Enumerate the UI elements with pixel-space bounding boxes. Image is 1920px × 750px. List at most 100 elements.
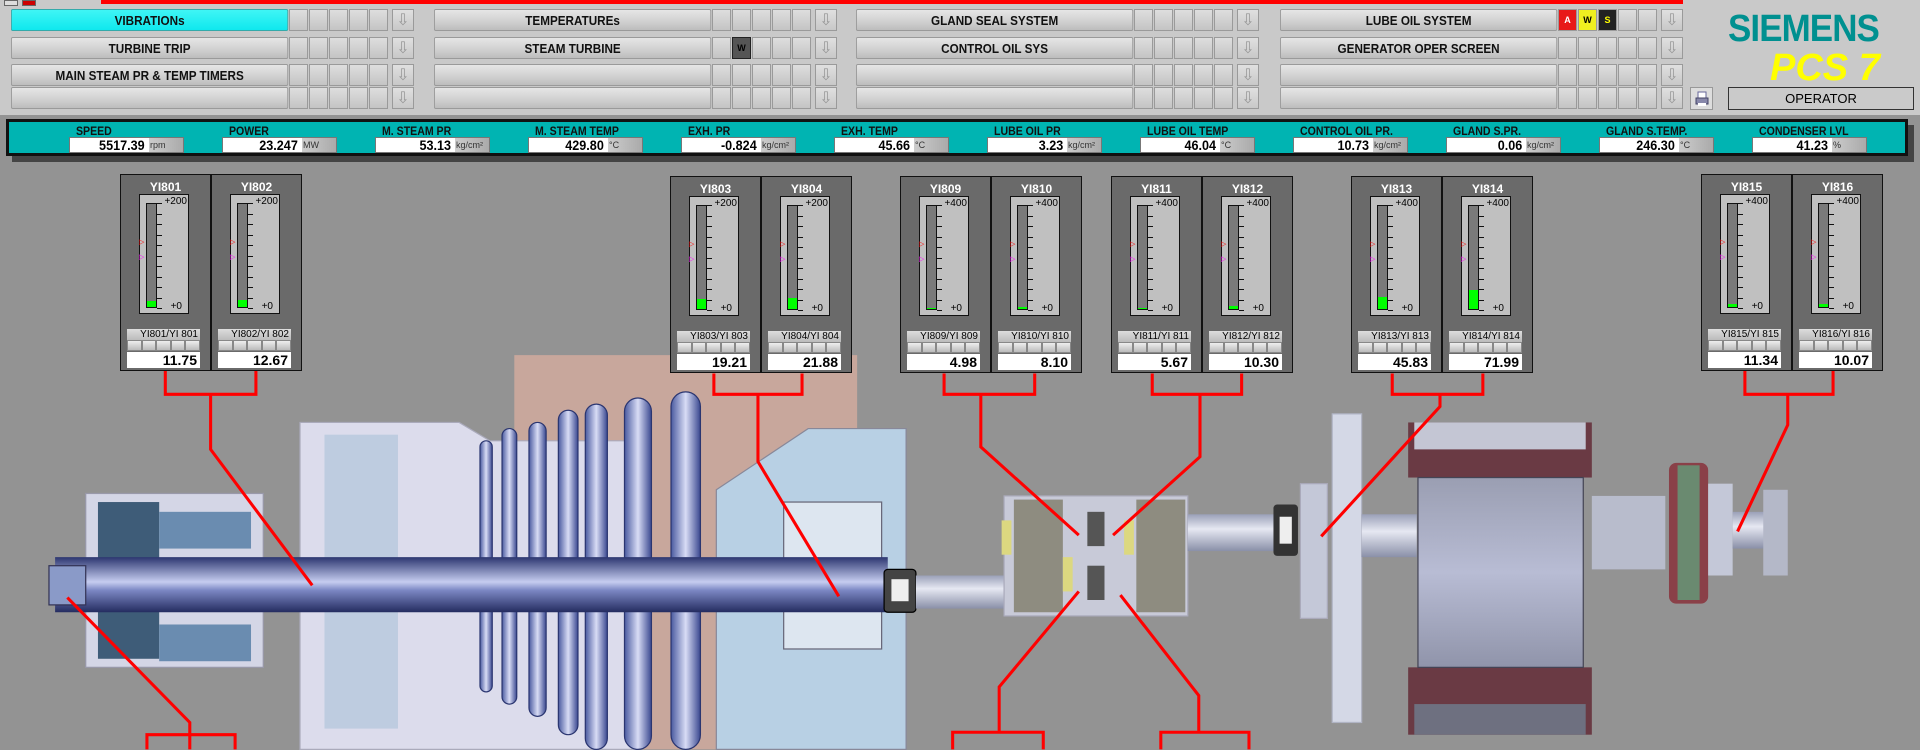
gauge-button[interactable] — [156, 340, 171, 351]
gauge-button[interactable] — [1722, 340, 1738, 351]
gauge-yi802[interactable]: YI802 +200 +0 ▷ ▷ YI802/YI 802 12.67 — [211, 174, 302, 371]
gauge-tag[interactable]: YI816/YI 816 — [1799, 329, 1872, 340]
gauge-button[interactable] — [921, 342, 937, 353]
gauge-value: 10.07 — [1799, 352, 1872, 368]
gauge-yi812[interactable]: YI812 +400 +0 ▷ ▷ YI812/YI 812 10.30 — [1202, 176, 1293, 373]
gauge-track — [1468, 205, 1479, 310]
gauge-button[interactable] — [1027, 342, 1042, 353]
gauge-button[interactable] — [1267, 342, 1282, 353]
gauge-value: 10.30 — [1209, 354, 1282, 370]
gauge-yi810[interactable]: YI810 +400 +0 ▷ ▷ YI810/YI 810 8.10 — [991, 176, 1082, 373]
gauge-button[interactable] — [1507, 342, 1522, 353]
gauge-button[interactable] — [218, 340, 233, 351]
gauge-yi811[interactable]: YI811 +400 +0 ▷ ▷ YI811/YI 811 5.67 — [1111, 176, 1202, 373]
gauge-button[interactable] — [1358, 342, 1373, 353]
gauge-button[interactable] — [1842, 340, 1858, 351]
gauge-button[interactable] — [1857, 340, 1872, 351]
gauge-button[interactable] — [1708, 340, 1723, 351]
gauge-tick — [248, 224, 253, 225]
gauge-button[interactable] — [127, 340, 142, 351]
gauge-tick — [1028, 289, 1033, 290]
gauge-button[interactable] — [1737, 340, 1752, 351]
gauge-button[interactable] — [1492, 342, 1508, 353]
gauge-button[interactable] — [735, 342, 750, 353]
gauge-button[interactable] — [1416, 342, 1431, 353]
gauge-button[interactable] — [998, 342, 1013, 353]
gauge-button[interactable] — [907, 342, 922, 353]
gauge-tick — [248, 213, 253, 215]
gauge-button[interactable] — [677, 342, 692, 353]
gauge-tick — [1388, 257, 1393, 259]
gauge-button[interactable] — [1118, 342, 1133, 353]
gauge-button[interactable] — [811, 342, 827, 353]
gauge-yi816[interactable]: YI816 +400 +0 ▷ ▷ YI816/YI 816 10.07 — [1792, 174, 1883, 371]
gauge-button[interactable] — [1478, 342, 1493, 353]
gauge-tag[interactable]: YI815/YI 815 — [1708, 329, 1781, 340]
gauge-button[interactable] — [720, 342, 736, 353]
gauge-button[interactable] — [185, 340, 200, 351]
gauge-tag[interactable]: YI814/YI 814 — [1449, 331, 1522, 342]
gauge-yi803[interactable]: YI803 +200 +0 ▷ ▷ YI803/YI 803 19.21 — [670, 176, 761, 373]
gauge-button[interactable] — [261, 340, 277, 351]
gauge-tag[interactable]: YI809/YI 809 — [907, 331, 980, 342]
gauge-button[interactable] — [706, 342, 721, 353]
gauge-button[interactable] — [170, 340, 186, 351]
gauge-yi801[interactable]: YI801 +200 +0 ▷ ▷ YI801/YI 801 11.75 — [120, 174, 211, 371]
gauge-button[interactable] — [1387, 342, 1402, 353]
gauge-button[interactable] — [1041, 342, 1057, 353]
gauge-button[interactable] — [1209, 342, 1224, 353]
gauge-tick — [707, 278, 712, 280]
gauge-button[interactable] — [1012, 342, 1028, 353]
gauge-tag[interactable]: YI802/YI 802 — [218, 329, 291, 340]
gauge-button[interactable] — [1252, 342, 1268, 353]
gauge-button[interactable] — [1799, 340, 1814, 351]
gauge-button[interactable] — [950, 342, 966, 353]
gauge-tag[interactable]: YI810/YI 810 — [998, 331, 1071, 342]
gauge-buttons — [1358, 342, 1431, 353]
gauge-tick — [248, 308, 253, 309]
gauge-button[interactable] — [1147, 342, 1162, 353]
gauge-yi813[interactable]: YI813 +400 +0 ▷ ▷ YI813/YI 813 45.83 — [1351, 176, 1442, 373]
alarm-limit-marker: ▷ — [919, 241, 925, 248]
gauge-tag[interactable]: YI801/YI 801 — [127, 329, 200, 340]
gauge-button[interactable] — [1766, 340, 1781, 351]
gauge-button[interactable] — [768, 342, 783, 353]
gauge-tick — [157, 234, 162, 236]
gauge-tick — [798, 268, 803, 269]
gauge-tag[interactable]: YI813/YI 813 — [1358, 331, 1431, 342]
gauge-button[interactable] — [1449, 342, 1464, 353]
gauge-button[interactable] — [1463, 342, 1479, 353]
gauge-button[interactable] — [1828, 340, 1843, 351]
gauge-button[interactable] — [141, 340, 157, 351]
gauge-button[interactable] — [1161, 342, 1177, 353]
alarm-limit-marker: ▷ — [1720, 239, 1726, 246]
gauge-tag[interactable]: YI803/YI 803 — [677, 331, 750, 342]
gauge-button[interactable] — [276, 340, 291, 351]
gauge-button[interactable] — [1223, 342, 1239, 353]
gauge-button[interactable] — [1132, 342, 1148, 353]
gauge-button[interactable] — [1751, 340, 1767, 351]
gauge-button[interactable] — [1176, 342, 1191, 353]
gauge-button[interactable] — [1813, 340, 1829, 351]
gauge-button[interactable] — [936, 342, 951, 353]
gauge-tag[interactable]: YI812/YI 812 — [1209, 331, 1282, 342]
gauge-button[interactable] — [1372, 342, 1388, 353]
gauge-tag[interactable]: YI804/YI 804 — [768, 331, 841, 342]
gauge-button[interactable] — [247, 340, 262, 351]
gauge-tag[interactable]: YI811/YI 811 — [1118, 331, 1191, 342]
gauge-button[interactable] — [1238, 342, 1253, 353]
gauge-button[interactable] — [1401, 342, 1417, 353]
gauge-yi809[interactable]: YI809 +400 +0 ▷ ▷ YI809/YI 809 4.98 — [900, 176, 991, 373]
gauge-button[interactable] — [826, 342, 841, 353]
gauge-yi804[interactable]: YI804 +200 +0 ▷ ▷ YI804/YI 804 21.88 — [761, 176, 852, 373]
gauge-button[interactable] — [965, 342, 980, 353]
gauge-yi814[interactable]: YI814 +400 +0 ▷ ▷ YI814/YI 814 71.99 — [1442, 176, 1533, 373]
gauge-button[interactable] — [691, 342, 707, 353]
gauge-button[interactable] — [797, 342, 812, 353]
gauge-button[interactable] — [232, 340, 248, 351]
gauge-tick — [1239, 310, 1244, 311]
gauge-button[interactable] — [782, 342, 798, 353]
gauge-yi815[interactable]: YI815 +400 +0 ▷ ▷ YI815/YI 815 11.34 — [1701, 174, 1792, 371]
gauge-button[interactable] — [1056, 342, 1071, 353]
gauge-tick — [798, 289, 803, 290]
